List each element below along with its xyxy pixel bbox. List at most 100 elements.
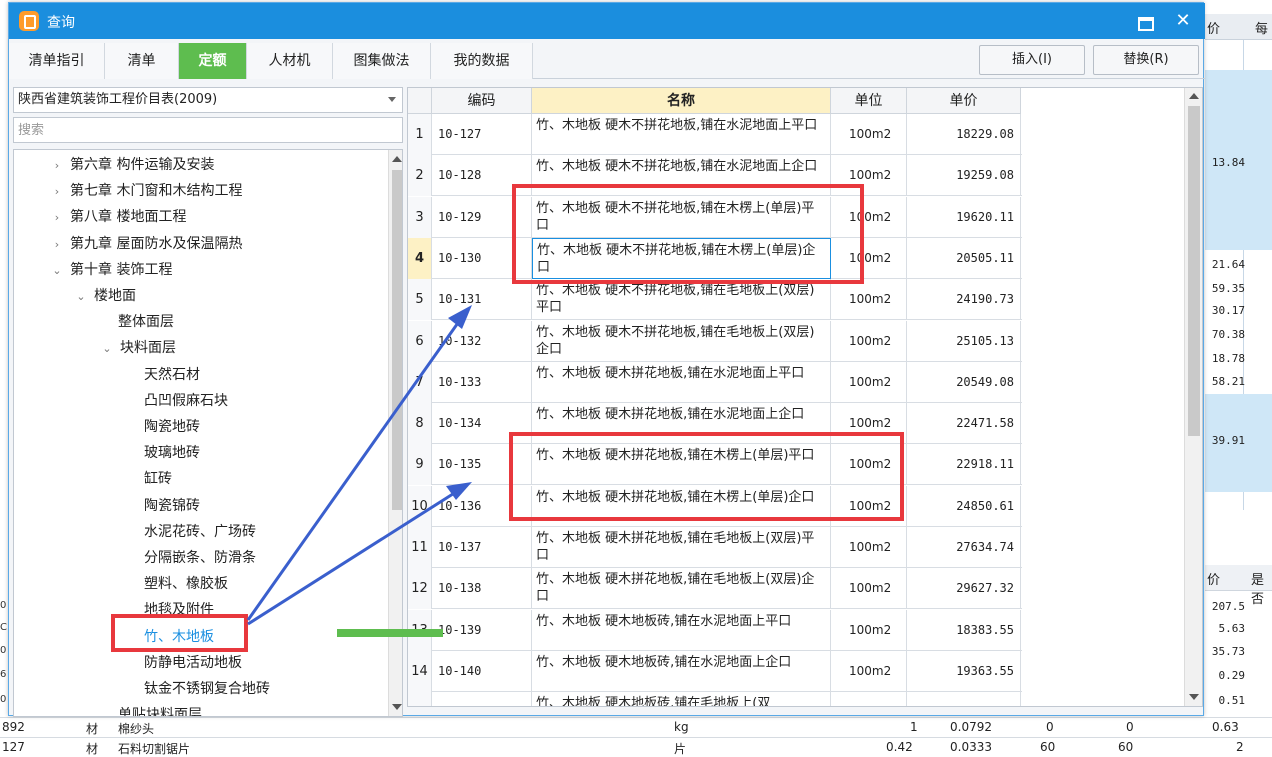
scroll-down-icon[interactable]: [392, 704, 402, 710]
table-row[interactable]: 14 10-140 竹、木地板 硬木地板砖,铺在水泥地面上企口 100m2 19363.…: [408, 650, 1022, 692]
scroll-up-icon[interactable]: [1189, 93, 1199, 99]
row-code[interactable]: 10-141: [432, 692, 532, 706]
row-code[interactable]: 10-132: [432, 320, 532, 362]
tree-node[interactable]: › 第八章 楼地面工程: [50, 206, 187, 229]
table-row[interactable]: 7 10-133 竹、木地板 硬木拼花地板,铺在水泥地面上平口 100m2 20549.…: [408, 361, 1022, 403]
tab-atlas-method[interactable]: 图集做法: [333, 43, 431, 79]
tree-node[interactable]: › 第六章 构件运输及安装: [50, 154, 215, 177]
row-price[interactable]: 22471.58: [907, 403, 1021, 445]
row-index[interactable]: 2: [408, 155, 432, 197]
row-code[interactable]: 10-140: [432, 650, 532, 692]
row-price[interactable]: 25105.13: [907, 320, 1021, 362]
row-price[interactable]: 27634.74: [907, 527, 1021, 568]
row-unit[interactable]: 100m2: [831, 609, 907, 651]
tree-node[interactable]: 单贴块料面层: [118, 704, 202, 716]
row-name[interactable]: 竹、木地板 硬木不拼花地板,铺在水泥地面上平口: [532, 114, 831, 155]
row-name[interactable]: 竹、木地板 硬木不拼花地板,铺在毛地板上(双层)平口: [532, 279, 831, 321]
row-price[interactable]: 24850.61: [907, 485, 1021, 527]
library-select[interactable]: 陕西省建筑装饰工程价目表(2009): [13, 87, 403, 113]
chevron-right-icon[interactable]: ›: [50, 155, 64, 177]
search-input[interactable]: [13, 117, 403, 143]
row-index[interactable]: 5: [408, 279, 432, 321]
row-index[interactable]: 10: [408, 485, 432, 527]
row-code[interactable]: 10-137: [432, 527, 532, 568]
table-row[interactable]: 6 10-132 竹、木地板 硬木不拼花地板,铺在毛地板上(双层)企口 100m2 25…: [408, 320, 1022, 362]
tree-node[interactable]: 凸凹假麻石块: [144, 390, 228, 412]
grid-header-name[interactable]: 名称: [532, 88, 831, 114]
tab-list-guide[interactable]: 清单指引: [9, 43, 105, 79]
row-code[interactable]: 10-127: [432, 114, 532, 155]
tree-node[interactable]: 防静电活动地板: [144, 652, 242, 674]
row-price[interactable]: 18229.08: [907, 114, 1021, 155]
row-index[interactable]: 6: [408, 320, 432, 362]
chevron-down-icon[interactable]: ⌄: [74, 286, 88, 308]
maximize-icon[interactable]: [1137, 15, 1154, 31]
panel-resize-handle[interactable]: [337, 629, 443, 637]
grid-header-price[interactable]: 单价: [907, 88, 1021, 114]
row-index[interactable]: 8: [408, 403, 432, 445]
row-index[interactable]: 1: [408, 114, 432, 155]
row-code[interactable]: 10-133: [432, 361, 532, 403]
row-price[interactable]: 19259.08: [907, 155, 1021, 197]
tree-node[interactable]: › 第七章 木门窗和木结构工程: [50, 180, 243, 203]
tab-labor-material-machine[interactable]: 人材机: [247, 43, 333, 79]
row-index[interactable]: 4: [408, 237, 432, 279]
row-unit[interactable]: 100m2: [831, 568, 907, 610]
row-unit[interactable]: 100m2: [831, 114, 907, 155]
row-name[interactable]: 竹、木地板 硬木地板砖,铺在水泥地面上平口: [532, 609, 831, 651]
table-row[interactable]: 1310-139竹、木地板 硬木地板砖,铺在水泥地面上平口100m218383.…: [408, 609, 1022, 651]
tree-node[interactable]: 陶瓷地砖: [144, 416, 200, 438]
row-name[interactable]: 竹、木地板 硬木拼花地板,铺在毛地板上(双层)企口: [532, 568, 831, 610]
row-index[interactable]: 14: [408, 650, 432, 692]
row-index[interactable]: 7: [408, 361, 432, 403]
row-price[interactable]: 22918.11: [907, 444, 1021, 486]
grid-header-code[interactable]: 编码: [432, 88, 532, 114]
tree-node[interactable]: › 第九章 屋面防水及保温隔热: [50, 233, 243, 256]
tree-node[interactable]: ⌄ 第十章 装饰工程: [50, 259, 172, 281]
row-price[interactable]: 19363.55: [907, 650, 1021, 692]
row-index[interactable]: 9: [408, 444, 432, 486]
row-price[interactable]: 24190.73: [907, 279, 1021, 321]
bg-table-row[interactable]: 127 材 石料切割锯片 片 0.42 0.0333 60 60 2: [0, 737, 1272, 757]
grid-scroll-thumb[interactable]: [1188, 106, 1200, 436]
tree-node[interactable]: 整体面层: [118, 311, 174, 333]
row-price[interactable]: 29627.32: [907, 568, 1021, 610]
row-price[interactable]: [907, 692, 1021, 706]
chevron-right-icon[interactable]: ›: [50, 181, 64, 203]
tree-node[interactable]: ⌄ 楼地面: [74, 285, 136, 307]
row-code[interactable]: 10-138: [432, 568, 532, 610]
table-row[interactable]: 1510-141竹、木地板 硬木地板砖,铺在毛地板上(双100m2: [408, 692, 1022, 706]
replace-button[interactable]: 替换(R): [1093, 45, 1199, 75]
grid-header-unit[interactable]: 单位: [831, 88, 907, 114]
insert-button[interactable]: 插入(I): [979, 45, 1085, 75]
tree-node[interactable]: 陶瓷锦砖: [144, 495, 200, 517]
tree-node[interactable]: 塑料、橡胶板: [144, 573, 228, 595]
row-unit[interactable]: 100m2: [831, 361, 907, 403]
tree-scroll-thumb[interactable]: [392, 170, 402, 510]
row-unit[interactable]: 100m2: [831, 650, 907, 692]
row-index[interactable]: 15: [408, 692, 432, 706]
table-row[interactable]: 12 10-138 竹、木地板 硬木拼花地板,铺在毛地板上(双层)企口 100m2 29…: [408, 568, 1022, 610]
grid-scrollbar[interactable]: [1184, 88, 1202, 706]
chevron-down-icon[interactable]: ⌄: [50, 260, 64, 282]
table-row[interactable]: 1 10-127 竹、木地板 硬木不拼花地板,铺在水泥地面上平口 100m2 18229…: [408, 114, 1022, 155]
dialog-titlebar[interactable]: 查询 ✕: [9, 3, 1205, 39]
chevron-down-icon[interactable]: ⌄: [100, 338, 114, 360]
row-unit[interactable]: 100m2: [831, 692, 907, 706]
tree-node[interactable]: 缸砖: [144, 468, 172, 490]
row-name[interactable]: 竹、木地板 硬木不拼花地板,铺在毛地板上(双层)企口: [532, 320, 831, 362]
row-name[interactable]: 竹、木地板 硬木拼花地板,铺在毛地板上(双层)平口: [532, 527, 831, 568]
tab-my-data[interactable]: 我的数据: [431, 43, 533, 79]
row-index[interactable]: 11: [408, 527, 432, 568]
tree-node[interactable]: 水泥花砖、广场砖: [144, 521, 256, 543]
scroll-down-icon[interactable]: [1189, 694, 1199, 700]
row-name[interactable]: 竹、木地板 硬木地板砖,铺在毛地板上(双: [532, 692, 831, 706]
tree-node[interactable]: 天然石材: [144, 364, 200, 386]
scroll-up-icon[interactable]: [392, 156, 402, 162]
chevron-right-icon[interactable]: ›: [50, 207, 64, 229]
close-icon[interactable]: ✕: [1171, 9, 1195, 33]
table-row[interactable]: 5 10-131 竹、木地板 硬木不拼花地板,铺在毛地板上(双层)平口 100m2 24…: [408, 279, 1022, 321]
row-price[interactable]: 19620.11: [907, 196, 1021, 238]
row-name[interactable]: 竹、木地板 硬木拼花地板,铺在水泥地面上平口: [532, 361, 831, 403]
chevron-right-icon[interactable]: ›: [50, 234, 64, 256]
